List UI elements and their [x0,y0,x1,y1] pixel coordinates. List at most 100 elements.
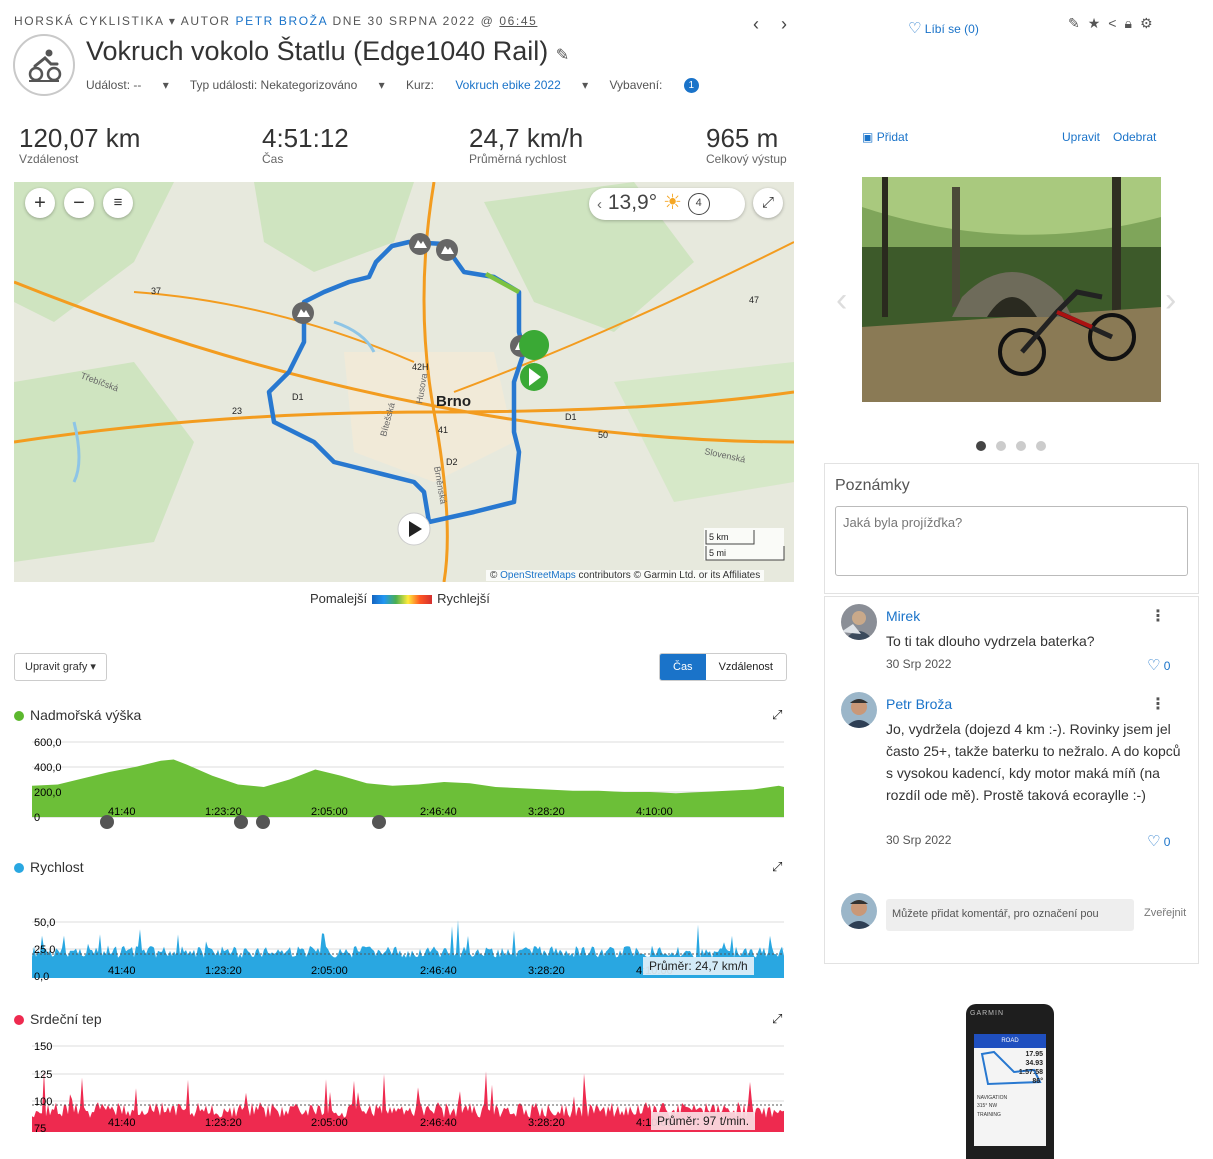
y-tick: 75 [34,1123,46,1134]
speed-average-label: Průměr: 24,7 km/h [643,957,754,975]
toggle-time-button[interactable]: Čas [660,654,706,680]
edit-icon[interactable]: ✎ [1068,15,1088,31]
x-tick: 41:40 [108,806,136,818]
comment-like-button[interactable]: ♡ 0 [1147,832,1170,850]
activity-details-row: Událost: -- ▾ Typ události: Nekategorizo… [86,78,735,94]
activity-photo[interactable] [862,177,1161,402]
zoom-out-button[interactable]: − [64,188,94,218]
edit-photo-button[interactable]: Upravit [1062,130,1100,144]
y-tick: 0,0 [34,971,49,982]
expand-chart-icon[interactable]: ⤢ [772,859,782,875]
photo-prev-icon[interactable]: ‹ [836,281,847,320]
bike-icon [28,49,62,82]
gear-icon[interactable]: ⚙ [1140,15,1161,31]
svg-text:D2: D2 [446,457,458,467]
comment-author[interactable]: Petr Broža [886,696,952,712]
summit-marker-icon[interactable] [436,239,458,261]
play-route-icon[interactable] [397,512,431,546]
comment-author[interactable]: Mirek [886,608,920,624]
activity-type-dropdown-icon[interactable]: ▾ [169,14,177,28]
summit-marker-icon[interactable] [234,815,248,829]
elevation-chart-title: Nadmořská výška [14,707,141,723]
y-tick: 200,0 [34,787,62,799]
x-tick: 2:46:40 [420,806,457,818]
comment-date: 30 Srp 2022 [886,833,952,847]
x-tick: 2:46:40 [420,1117,457,1129]
map-layers-icon[interactable]: ≡ [103,188,133,218]
share-icon[interactable]: < [1108,15,1124,31]
edit-charts-button[interactable]: Upravit grafy ▾ [14,653,107,681]
avatar[interactable] [841,604,877,640]
svg-text:41: 41 [438,425,448,435]
comment-text: To ti tak dlouho vydrzela baterka? [886,633,1095,649]
avatar[interactable] [841,692,877,728]
publish-comment-button[interactable]: Zveřejnit [1144,907,1186,919]
summit-marker-icon[interactable] [256,815,270,829]
x-tick: 2:46:40 [420,965,457,977]
sun-icon: ☀ [662,191,682,214]
route-map[interactable]: Brno 37 47 42H D1 23 41 D1 50 D2 Třebíčs… [14,182,794,582]
notes-title: Poznámky [835,477,910,494]
avatar [841,893,877,929]
edit-title-icon[interactable]: ✎ [556,47,569,64]
author-link[interactable]: PETR BROŽA [236,14,328,28]
lock-icon[interactable]: 🔒︎ [1124,15,1139,31]
expand-chart-icon[interactable]: ⤢ [772,707,782,723]
activity-type[interactable]: HORSKÁ CYKLISTIKA [14,14,164,28]
fullscreen-map-icon[interactable]: ⤢ [753,188,783,218]
y-tick: 125 [34,1069,52,1081]
comment-menu-icon[interactable]: ⋮ [1150,606,1166,626]
map-city-label: Brno [436,393,471,410]
star-icon[interactable]: ★ [1088,15,1109,31]
previous-activity-icon[interactable]: ‹ [753,14,759,35]
heart-rate-chart-title: Srdeční tep [14,1011,102,1027]
map-canvas: Brno 37 47 42H D1 23 41 D1 50 D2 Třebíčs… [14,182,794,582]
svg-text:42H: 42H [412,362,429,372]
svg-text:23: 23 [232,406,242,416]
comment-date: 30 Srp 2022 [886,657,952,671]
comment-menu-icon[interactable]: ⋮ [1150,694,1166,714]
activity-time[interactable]: 06:45 [499,14,537,28]
weather-widget[interactable]: ‹ 13,9° ☀ 4 [589,188,745,220]
next-activity-icon[interactable]: › [781,14,787,35]
add-comment-input[interactable]: Můžete přidat komentář, pro označení pou [886,899,1134,931]
speed-legend: Pomalejší Rychlejší [310,591,490,606]
x-tick: 2:05:00 [311,965,348,977]
like-button[interactable]: ♡ Líbí se (0) [908,19,979,37]
y-tick: 25,0 [34,944,55,956]
y-tick: 0 [34,812,40,824]
svg-text:50: 50 [598,430,608,440]
summit-marker-icon[interactable] [100,815,114,829]
x-tick: 4:10:00 [636,806,673,818]
event-select[interactable]: Událost: -- ▾ [86,78,169,92]
chevron-left-icon[interactable]: ‹ [597,196,602,213]
osm-link[interactable]: OpenStreetMaps [500,570,576,581]
temperature: 13,9° [607,191,658,214]
y-tick: 150 [34,1041,52,1053]
gear-count-badge: 1 [683,78,699,94]
expand-chart-icon[interactable]: ⤢ [772,1011,782,1027]
activity-title[interactable]: Vokruch vokolo Štatlu (Edge1040 Rail) ✎ [86,36,569,67]
gear-select[interactable]: Vybavení: 1 [609,78,716,94]
activity-type-avatar [13,34,75,96]
legend-dot [14,863,24,873]
zoom-in-button[interactable]: + [25,188,55,218]
x-tick: 1:23:20 [205,1117,242,1129]
remove-photo-button[interactable]: Odebrat [1113,130,1156,144]
photo-pagination[interactable] [976,438,1056,456]
toggle-distance-button[interactable]: Vzdálenost [706,654,786,680]
course-select[interactable]: Kurz: Vokruch ebike 2022 ▾ [406,78,588,92]
photo-next-icon[interactable]: › [1165,281,1176,320]
hr-average-label: Průměr: 97 t/min. [651,1112,756,1130]
summit-marker-icon[interactable] [372,815,386,829]
add-photo-button[interactable]: ▣ Přidat [862,130,908,144]
elevation-chart[interactable]: 600,0 400,0 200,0 0 41:40 1:23:20 2:05:0… [14,730,789,830]
svg-text:D1: D1 [292,392,304,402]
summit-marker-icon[interactable] [409,233,431,255]
event-type-select[interactable]: Typ události: Nekategorizováno ▾ [190,78,385,92]
notes-input[interactable]: Jaká byla projížďka? [835,506,1188,576]
comment-like-button[interactable]: ♡ 0 [1147,656,1170,674]
comment-text: Jo, vydržela (dojezd 4 km :-). Rovinky j… [886,721,1181,803]
summit-marker-icon[interactable] [292,302,314,324]
wind-indicator: 4 [687,193,710,215]
